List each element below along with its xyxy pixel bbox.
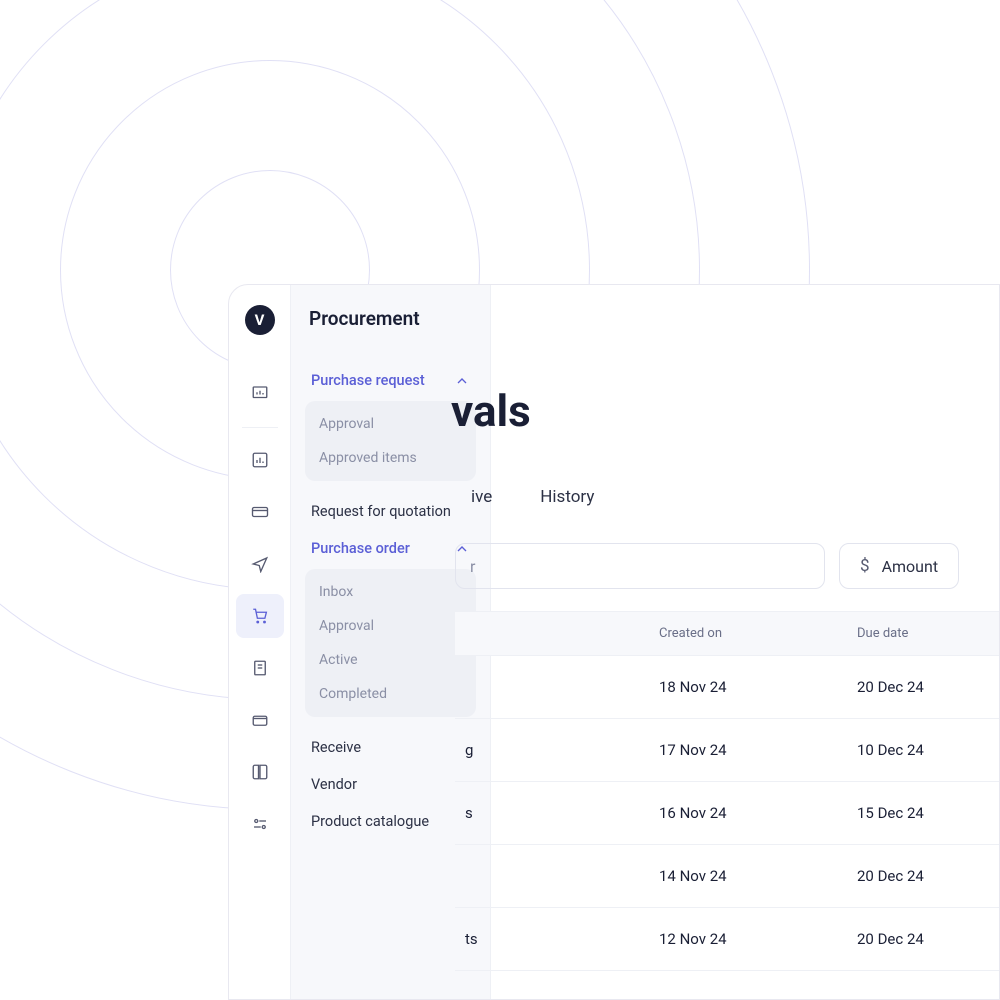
submenu-item-completed[interactable]: Completed [305,677,476,711]
cell-due: 20 Dec 24 [847,930,924,948]
col-header-due: Due date [847,626,908,641]
cell-item [455,678,649,696]
filter-row: r $ Amount [455,543,999,589]
cell-created: 14 Nov 24 [649,867,847,885]
data-table: Created on Due date 18 Nov 24 20 Dec 24 … [455,611,999,971]
app-window: V Procurement [228,284,1000,1000]
main-content: vals ive History r $ Amount Created on D… [491,285,999,999]
col-header-created: Created on [649,626,847,641]
sidebar-item-vendor[interactable]: Vendor [303,766,478,803]
sidebar-item-purchase-order[interactable]: Purchase order [303,530,478,567]
col-header-item [455,626,649,641]
cell-item: g [455,741,649,759]
nav-cart-icon[interactable] [236,594,284,638]
filter-input[interactable]: r [455,543,825,589]
table-row[interactable]: 18 Nov 24 20 Dec 24 [455,656,999,719]
cell-item: ts [455,930,649,948]
cell-item: s [455,804,649,822]
cell-due: 10 Dec 24 [847,741,924,759]
app-logo: V [245,305,275,335]
sidebar-item-label: Purchase order [311,540,410,557]
nav-wallet-icon[interactable] [236,698,284,742]
submenu-purchase-order: Inbox Approval Active Completed [305,569,476,717]
table-row[interactable]: s 16 Nov 24 15 Dec 24 [455,782,999,845]
cell-due: 15 Dec 24 [847,804,924,822]
nav-send-icon[interactable] [236,542,284,586]
sidebar-item-product-catalogue[interactable]: Product catalogue [303,803,478,840]
cell-item [455,867,649,885]
amount-label: Amount [882,557,938,576]
dollar-icon: $ [860,556,870,576]
sidebar-title: Procurement [303,307,478,330]
cell-due: 20 Dec 24 [847,867,924,885]
table-row[interactable]: 14 Nov 24 20 Dec 24 [455,845,999,908]
page-title: vals [451,385,999,437]
nav-analytics-icon[interactable] [236,438,284,482]
logo-letter: V [255,311,265,329]
nav-divider [242,427,278,428]
nav-settings-icon[interactable] [236,802,284,846]
submenu-item-inbox[interactable]: Inbox [305,575,476,609]
cell-created: 18 Nov 24 [649,678,847,696]
table-header: Created on Due date [455,611,999,656]
cell-created: 17 Nov 24 [649,741,847,759]
nav-payments-icon[interactable] [236,490,284,534]
cell-created: 16 Nov 24 [649,804,847,822]
sidebar-item-label: Purchase request [311,372,425,389]
amount-button[interactable]: $ Amount [839,543,959,589]
tabs: ive History [471,487,999,507]
icon-rail: V [229,285,291,999]
nav-document-icon[interactable] [236,646,284,690]
filter-placeholder: r [470,557,475,576]
submenu-item-approved-items[interactable]: Approved items [305,441,476,475]
cell-due: 20 Dec 24 [847,678,924,696]
submenu-item-active[interactable]: Active [305,643,476,677]
sidebar-item-receive[interactable]: Receive [303,729,478,766]
tab-history[interactable]: History [540,487,594,507]
nav-book-icon[interactable] [236,750,284,794]
sidebar-item-rfq[interactable]: Request for quotation [303,493,478,530]
nav-dashboard-icon[interactable] [236,371,284,415]
submenu-item-approval-po[interactable]: Approval [305,609,476,643]
table-row[interactable]: ts 12 Nov 24 20 Dec 24 [455,908,999,971]
tab-active[interactable]: ive [471,487,492,507]
table-row[interactable]: g 17 Nov 24 10 Dec 24 [455,719,999,782]
cell-created: 12 Nov 24 [649,930,847,948]
